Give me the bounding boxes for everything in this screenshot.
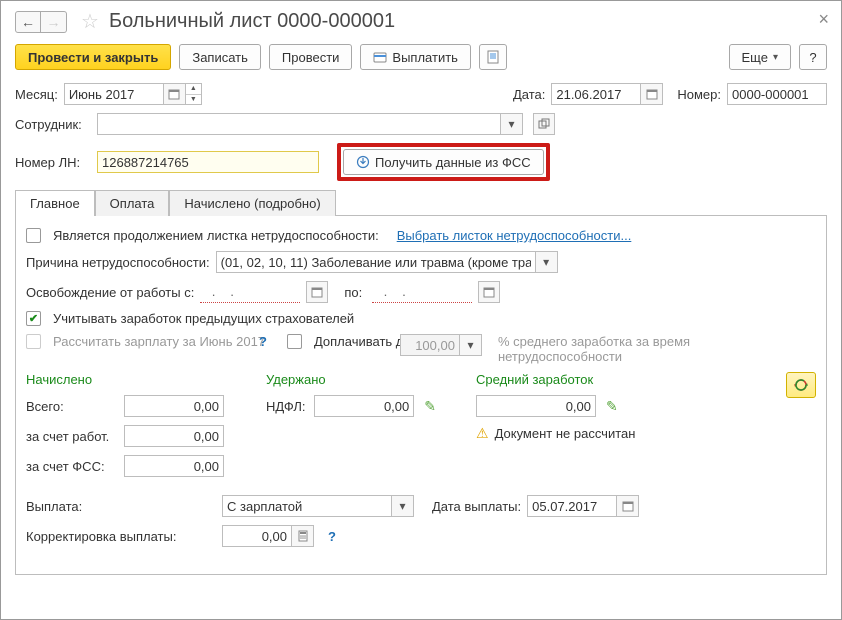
total-input[interactable] xyxy=(124,395,224,417)
month-spinner[interactable]: ▲▼ xyxy=(186,83,202,105)
ln-number-input[interactable] xyxy=(97,151,319,173)
employer-input[interactable] xyxy=(124,425,224,447)
refresh-button[interactable] xyxy=(786,372,816,398)
date-label: Дата: xyxy=(513,87,545,102)
absence-from-input[interactable] xyxy=(200,281,300,303)
payment-date-input[interactable] xyxy=(527,495,617,517)
ln-number-label: Номер ЛН: xyxy=(15,155,91,170)
accrued-header: Начислено xyxy=(26,372,226,387)
nav-back-button[interactable]: ← xyxy=(15,11,41,33)
download-icon xyxy=(356,155,370,169)
ndfl-label: НДФЛ: xyxy=(266,399,308,414)
correction-calc-button[interactable] xyxy=(292,525,314,547)
continuation-link[interactable]: Выбрать листок нетрудоспособности... xyxy=(397,228,632,243)
fss-fetch-button[interactable]: Получить данные из ФСС xyxy=(343,149,544,175)
recalc-checkbox xyxy=(26,334,41,349)
payment-select[interactable] xyxy=(222,495,392,517)
save-button[interactable]: Записать xyxy=(179,44,261,70)
avg-note: % среднего заработка за время нетрудоспо… xyxy=(498,334,718,364)
prev-insurers-checkbox[interactable] xyxy=(26,311,41,326)
employee-dropdown-button[interactable]: ▾ xyxy=(501,113,523,135)
withheld-header: Удержано xyxy=(266,372,436,387)
close-button[interactable]: × xyxy=(818,9,829,30)
reason-select[interactable] xyxy=(216,251,536,273)
absence-to-label: по: xyxy=(344,285,362,300)
correction-input[interactable] xyxy=(222,525,292,547)
help-button[interactable]: ? xyxy=(799,44,827,70)
absence-from-label: Освобождение от работы с: xyxy=(26,285,194,300)
tab-accrued[interactable]: Начислено (подробно) xyxy=(169,190,335,216)
employee-label: Сотрудник: xyxy=(15,117,91,132)
tab-payment[interactable]: Оплата xyxy=(95,190,170,216)
topup-label: Доплачивать до xyxy=(314,334,394,349)
number-label: Номер: xyxy=(677,87,721,102)
employer-label: за счет работ. xyxy=(26,429,118,444)
ndfl-input[interactable] xyxy=(314,395,414,417)
not-calculated-label: Документ не рассчитан xyxy=(495,426,636,441)
topup-input xyxy=(400,334,460,356)
pay-button[interactable]: Выплатить xyxy=(360,44,471,70)
reason-label: Причина нетрудоспособности: xyxy=(26,255,210,270)
employee-open-button[interactable] xyxy=(533,113,555,135)
avg-input[interactable] xyxy=(476,395,596,417)
pay-button-label: Выплатить xyxy=(392,50,458,65)
payment-dropdown-button[interactable]: ▾ xyxy=(392,495,414,517)
topup-dropdown[interactable]: ▾ xyxy=(460,334,482,356)
submit-close-button[interactable]: Провести и закрыть xyxy=(15,44,171,70)
payment-label: Выплата: xyxy=(26,499,216,514)
submit-button[interactable]: Провести xyxy=(269,44,353,70)
prev-insurers-label: Учитывать заработок предыдущих страховат… xyxy=(53,311,354,326)
total-label: Всего: xyxy=(26,399,118,414)
date-input[interactable] xyxy=(551,83,641,105)
fss-highlight: Получить данные из ФСС xyxy=(337,143,550,181)
ndfl-edit-icon[interactable]: ✎ xyxy=(424,398,436,415)
continuation-label: Является продолжением листка нетрудоспос… xyxy=(53,228,379,243)
month-input[interactable] xyxy=(64,83,164,105)
month-label: Месяц: xyxy=(15,87,58,102)
recalc-label: Рассчитать зарплату за Июнь 2017 xyxy=(53,334,253,349)
payment-date-calendar[interactable] xyxy=(617,495,639,517)
favorite-star-icon[interactable]: ☆ xyxy=(81,9,99,34)
payment-date-label: Дата выплаты: xyxy=(432,499,521,514)
date-calendar-button[interactable] xyxy=(641,83,663,105)
topup-checkbox[interactable] xyxy=(287,334,302,349)
number-input[interactable] xyxy=(727,83,827,105)
month-calendar-button[interactable] xyxy=(164,83,186,105)
tab-main[interactable]: Главное xyxy=(15,190,95,216)
fss-share-input[interactable] xyxy=(124,455,224,477)
reason-dropdown-button[interactable]: ▾ xyxy=(536,251,558,273)
continuation-checkbox[interactable] xyxy=(26,228,41,243)
employee-input[interactable] xyxy=(97,113,501,135)
pay-icon xyxy=(373,50,387,64)
warning-icon: ⚠ xyxy=(476,425,489,442)
avg-edit-icon[interactable]: ✎ xyxy=(606,398,618,415)
fss-share-label: за счет ФСС: xyxy=(26,459,118,474)
absence-from-calendar[interactable] xyxy=(306,281,328,303)
absence-to-calendar[interactable] xyxy=(478,281,500,303)
correction-label: Корректировка выплаты: xyxy=(26,529,216,544)
window-title: Больничный лист 0000-000001 xyxy=(109,10,395,33)
more-button[interactable]: Еще xyxy=(729,44,791,70)
recalc-help[interactable]: ? xyxy=(259,334,267,349)
absence-to-input[interactable] xyxy=(372,281,472,303)
avg-header: Средний заработок xyxy=(476,372,676,387)
correction-help[interactable]: ? xyxy=(328,529,336,544)
nav-forward-button[interactable]: → xyxy=(41,11,67,33)
report-button[interactable] xyxy=(479,44,507,70)
fss-fetch-label: Получить данные из ФСС xyxy=(375,155,531,170)
